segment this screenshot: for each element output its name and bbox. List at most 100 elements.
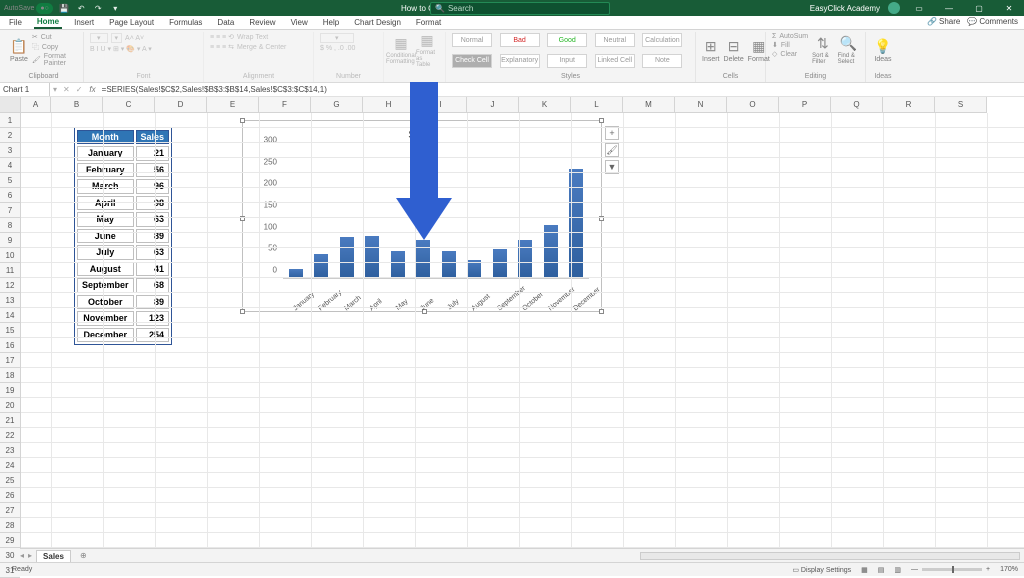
close-icon[interactable]: ✕ — [998, 1, 1020, 15]
name-box[interactable]: Chart 1 — [0, 83, 50, 96]
column-header[interactable]: C — [103, 97, 155, 113]
zoom-level[interactable]: 170% — [1000, 566, 1018, 573]
style-cell[interactable]: Neutral — [595, 33, 635, 47]
style-cell[interactable]: Bad — [500, 33, 540, 47]
column-header[interactable]: M — [623, 97, 675, 113]
tab-format[interactable]: Format — [413, 17, 444, 28]
autosum-button[interactable]: Σ AutoSum — [772, 33, 808, 40]
row-header[interactable]: 27 — [0, 503, 20, 518]
ribbon-options-icon[interactable]: ▭ — [908, 1, 930, 15]
row-header[interactable]: 2 — [0, 128, 20, 143]
conditional-formatting-button[interactable]: ▦Conditional Formatting — [390, 33, 412, 67]
row-header[interactable]: 26 — [0, 488, 20, 503]
find-select-button[interactable]: 🔍Find & Select — [838, 33, 859, 67]
style-cell[interactable]: Calculation — [642, 33, 682, 47]
qat-customize-icon[interactable]: ▾ — [110, 3, 121, 14]
chart-bar[interactable] — [365, 236, 379, 278]
column-header[interactable]: R — [883, 97, 935, 113]
sheet-tab[interactable]: Sales — [36, 550, 71, 562]
style-cell[interactable]: Good — [547, 33, 587, 47]
row-header[interactable]: 12 — [0, 278, 20, 293]
column-header[interactable]: B — [51, 97, 103, 113]
delete-cells-button[interactable]: ⊟Delete — [724, 33, 744, 67]
row-header[interactable]: 3 — [0, 143, 20, 158]
chart-bar[interactable] — [391, 251, 405, 278]
column-header[interactable]: A — [21, 97, 51, 113]
chart-bar[interactable] — [442, 251, 456, 278]
view-normal-icon[interactable]: ▦ — [861, 566, 868, 574]
view-page-layout-icon[interactable]: ▤ — [878, 566, 885, 574]
row-header[interactable]: 14 — [0, 308, 20, 323]
tab-nav-prev-icon[interactable]: ◂ — [20, 551, 24, 560]
column-header[interactable]: Q — [831, 97, 883, 113]
style-cell[interactable]: Note — [642, 54, 682, 68]
cell-styles-gallery[interactable]: NormalBadGoodNeutralCalculationCheck Cel… — [446, 32, 696, 82]
row-header[interactable]: 9 — [0, 233, 20, 248]
tab-review[interactable]: Review — [246, 17, 278, 28]
copy-button[interactable]: ⿻ Copy — [32, 42, 77, 52]
row-header[interactable]: 7 — [0, 203, 20, 218]
row-header[interactable]: 21 — [0, 413, 20, 428]
tab-nav-next-icon[interactable]: ▸ — [28, 551, 32, 560]
search-box[interactable]: 🔍 Search — [430, 2, 610, 15]
chart-bar[interactable] — [314, 254, 328, 278]
column-header[interactable]: O — [727, 97, 779, 113]
view-page-break-icon[interactable]: ▥ — [894, 566, 901, 574]
tab-insert[interactable]: Insert — [71, 17, 97, 28]
account-avatar-icon[interactable] — [888, 2, 900, 14]
chart-styles-button[interactable]: 🖌 — [605, 143, 619, 157]
row-header[interactable]: 30 — [0, 548, 20, 563]
tab-view[interactable]: View — [288, 17, 311, 28]
column-header[interactable]: K — [519, 97, 571, 113]
style-cell[interactable]: Linked Cell — [595, 54, 635, 68]
select-all-corner[interactable] — [0, 97, 20, 113]
row-header[interactable]: 24 — [0, 458, 20, 473]
display-settings-button[interactable]: ▭ Display Settings — [792, 566, 851, 574]
undo-icon[interactable]: ↶ — [76, 3, 87, 14]
tab-help[interactable]: Help — [320, 17, 342, 28]
chart-bar[interactable] — [518, 240, 532, 278]
row-header[interactable]: 10 — [0, 248, 20, 263]
column-header[interactable]: D — [155, 97, 207, 113]
row-header[interactable]: 22 — [0, 428, 20, 443]
chart-bar[interactable] — [544, 225, 558, 278]
column-header[interactable]: N — [675, 97, 727, 113]
fill-button[interactable]: ⬇ Fill — [772, 41, 808, 49]
account-name[interactable]: EasyClick Academy — [810, 4, 880, 13]
formula-input[interactable]: =SERIES(Sales!$C$2,Sales!$B$3:$B$14,Sale… — [100, 85, 1024, 94]
column-header[interactable]: L — [571, 97, 623, 113]
tab-chart-design[interactable]: Chart Design — [351, 17, 404, 28]
column-header[interactable]: G — [311, 97, 363, 113]
clear-button[interactable]: ◇ Clear — [772, 50, 808, 58]
ideas-button[interactable]: 💡Ideas — [872, 33, 894, 67]
chart-bar[interactable] — [416, 240, 430, 278]
tab-page-layout[interactable]: Page Layout — [106, 17, 157, 28]
save-icon[interactable]: 💾 — [59, 3, 70, 14]
comments-button[interactable]: 💬 Comments — [967, 17, 1018, 26]
row-header[interactable]: 19 — [0, 383, 20, 398]
chart-bar[interactable] — [340, 237, 354, 278]
style-cell[interactable]: Explanatory — [500, 54, 540, 68]
row-header[interactable]: 25 — [0, 473, 20, 488]
paste-button[interactable]: 📋Paste — [10, 33, 28, 67]
chart-bar[interactable] — [493, 249, 507, 278]
style-cell[interactable]: Check Cell — [452, 54, 492, 68]
horizontal-scrollbar[interactable] — [640, 552, 1020, 560]
row-header[interactable]: 6 — [0, 188, 20, 203]
worksheet-grid[interactable]: 1234567891011121314151617181920212223242… — [0, 97, 1024, 548]
format-as-table-button[interactable]: ▦Format as Table — [416, 33, 438, 67]
cut-button[interactable]: ✂ Cut — [32, 33, 77, 41]
row-header[interactable]: 23 — [0, 443, 20, 458]
format-painter-button[interactable]: 🖌 Format Painter — [32, 53, 77, 67]
row-header[interactable]: 17 — [0, 353, 20, 368]
column-header[interactable]: J — [467, 97, 519, 113]
row-header[interactable]: 8 — [0, 218, 20, 233]
tab-home[interactable]: Home — [34, 16, 62, 29]
column-header[interactable]: P — [779, 97, 831, 113]
column-header[interactable]: E — [207, 97, 259, 113]
row-header[interactable]: 4 — [0, 158, 20, 173]
insert-cells-button[interactable]: ⊞Insert — [702, 33, 720, 67]
row-header[interactable]: 20 — [0, 398, 20, 413]
column-header[interactable]: F — [259, 97, 311, 113]
share-button[interactable]: 🔗 Share — [927, 17, 960, 26]
